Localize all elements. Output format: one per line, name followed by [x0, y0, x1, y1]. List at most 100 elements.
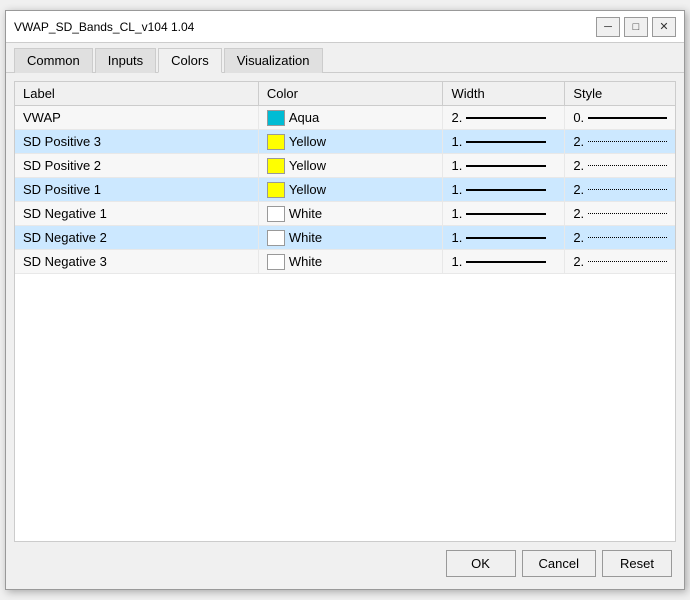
width-value: 1. — [451, 134, 462, 149]
style-line — [588, 165, 667, 166]
style-value: 2. — [573, 182, 584, 197]
row-style[interactable]: 2. — [565, 226, 675, 250]
width-value: 1. — [451, 182, 462, 197]
width-value: 1. — [451, 254, 462, 269]
row-color[interactable]: Yellow — [258, 154, 443, 178]
tab-colors[interactable]: Colors — [158, 48, 222, 73]
row-width[interactable]: 1. — [443, 130, 565, 154]
row-color[interactable]: Yellow — [258, 130, 443, 154]
row-color[interactable]: White — [258, 202, 443, 226]
style-value: 2. — [573, 254, 584, 269]
width-line — [466, 165, 546, 167]
row-width[interactable]: 1. — [443, 202, 565, 226]
window-controls: ─ □ ✕ — [596, 17, 676, 37]
window-title: VWAP_SD_Bands_CL_v104 1.04 — [14, 20, 194, 34]
maximize-button[interactable]: □ — [624, 17, 648, 37]
close-button[interactable]: ✕ — [652, 17, 676, 37]
color-swatch — [267, 206, 285, 222]
style-line — [588, 237, 667, 238]
col-header-style: Style — [565, 82, 675, 106]
table-row[interactable]: SD Negative 2 White 1. 2. — [15, 226, 675, 250]
row-width[interactable]: 1. — [443, 226, 565, 250]
row-color[interactable]: White — [258, 250, 443, 274]
style-line — [588, 141, 667, 142]
width-value: 2. — [451, 110, 462, 125]
style-value: 2. — [573, 134, 584, 149]
tab-inputs[interactable]: Inputs — [95, 48, 156, 73]
width-line — [466, 213, 546, 215]
tab-bar: CommonInputsColorsVisualization — [6, 43, 684, 73]
row-style[interactable]: 2. — [565, 178, 675, 202]
color-name: Yellow — [289, 158, 326, 173]
color-name: Yellow — [289, 182, 326, 197]
row-color[interactable]: White — [258, 226, 443, 250]
width-line — [466, 261, 546, 263]
color-swatch — [267, 158, 285, 174]
main-window: VWAP_SD_Bands_CL_v104 1.04 ─ □ ✕ CommonI… — [5, 10, 685, 590]
row-style[interactable]: 2. — [565, 202, 675, 226]
table-row[interactable]: SD Positive 3 Yellow 1. 2. — [15, 130, 675, 154]
color-swatch — [267, 182, 285, 198]
width-value: 1. — [451, 230, 462, 245]
title-bar: VWAP_SD_Bands_CL_v104 1.04 ─ □ ✕ — [6, 11, 684, 43]
width-line — [466, 189, 546, 191]
row-width[interactable]: 1. — [443, 250, 565, 274]
tab-visualization[interactable]: Visualization — [224, 48, 323, 73]
row-width[interactable]: 1. — [443, 178, 565, 202]
color-name: Yellow — [289, 134, 326, 149]
row-label: SD Positive 2 — [15, 154, 258, 178]
colors-table: Label Color Width Style VWAP Aqua 2. 0. SD P… — [15, 82, 675, 274]
style-value: 2. — [573, 158, 584, 173]
width-line — [466, 117, 546, 119]
color-swatch — [267, 110, 285, 126]
style-value: 0. — [573, 110, 584, 125]
ok-button[interactable]: OK — [446, 550, 516, 577]
style-line — [588, 261, 667, 262]
table-row[interactable]: SD Negative 1 White 1. 2. — [15, 202, 675, 226]
row-label: SD Negative 2 — [15, 226, 258, 250]
row-width[interactable]: 2. — [443, 106, 565, 130]
table-row[interactable]: VWAP Aqua 2. 0. — [15, 106, 675, 130]
style-line — [588, 189, 667, 190]
cancel-button[interactable]: Cancel — [522, 550, 596, 577]
data-table-container: Label Color Width Style VWAP Aqua 2. 0. SD P… — [14, 81, 676, 542]
row-color[interactable]: Aqua — [258, 106, 443, 130]
color-name: White — [289, 254, 322, 269]
row-color[interactable]: Yellow — [258, 178, 443, 202]
row-style[interactable]: 2. — [565, 154, 675, 178]
table-row[interactable]: SD Negative 3 White 1. 2. — [15, 250, 675, 274]
table-row[interactable]: SD Positive 1 Yellow 1. 2. — [15, 178, 675, 202]
style-value: 2. — [573, 230, 584, 245]
width-line — [466, 141, 546, 143]
color-swatch — [267, 254, 285, 270]
row-style[interactable]: 2. — [565, 130, 675, 154]
style-line — [588, 213, 667, 214]
row-label: SD Positive 3 — [15, 130, 258, 154]
reset-button[interactable]: Reset — [602, 550, 672, 577]
table-row[interactable]: SD Positive 2 Yellow 1. 2. — [15, 154, 675, 178]
row-label: SD Negative 3 — [15, 250, 258, 274]
row-style[interactable]: 2. — [565, 250, 675, 274]
style-value: 2. — [573, 206, 584, 221]
style-line — [588, 117, 667, 119]
width-value: 1. — [451, 158, 462, 173]
color-name: Aqua — [289, 110, 319, 125]
row-label: VWAP — [15, 106, 258, 130]
minimize-button[interactable]: ─ — [596, 17, 620, 37]
row-style[interactable]: 0. — [565, 106, 675, 130]
color-swatch — [267, 134, 285, 150]
color-name: White — [289, 206, 322, 221]
color-name: White — [289, 230, 322, 245]
row-label: SD Negative 1 — [15, 202, 258, 226]
tab-common[interactable]: Common — [14, 48, 93, 73]
width-value: 1. — [451, 206, 462, 221]
row-label: SD Positive 1 — [15, 178, 258, 202]
footer: OK Cancel Reset — [14, 542, 676, 581]
color-swatch — [267, 230, 285, 246]
main-content: Label Color Width Style VWAP Aqua 2. 0. SD P… — [6, 73, 684, 589]
col-header-width: Width — [443, 82, 565, 106]
col-header-label: Label — [15, 82, 258, 106]
width-line — [466, 237, 546, 239]
col-header-color: Color — [258, 82, 443, 106]
row-width[interactable]: 1. — [443, 154, 565, 178]
